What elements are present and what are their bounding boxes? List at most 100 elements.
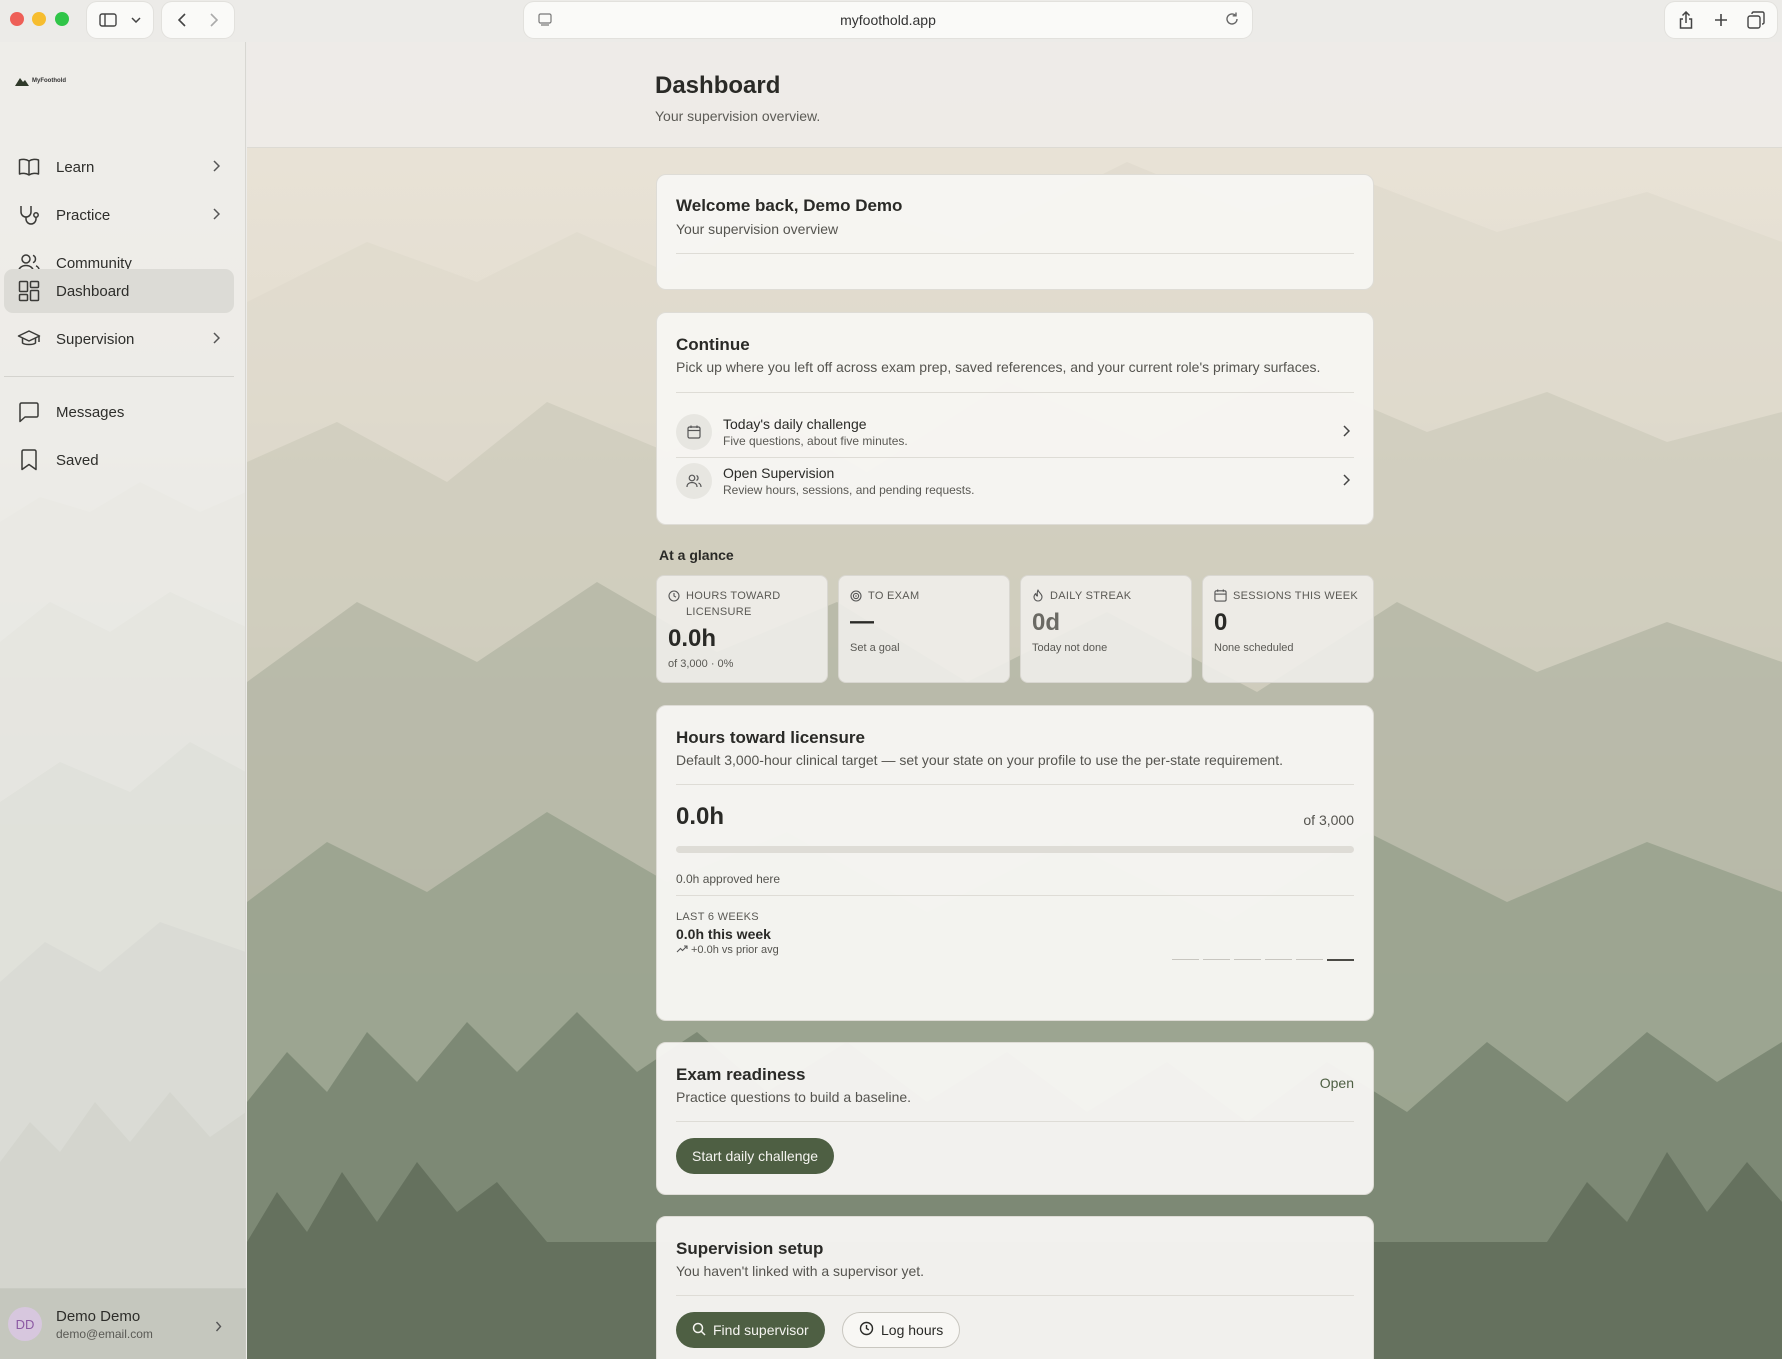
sidebar: MyFoothold Learn Practice Community Dash… (0, 42, 246, 1359)
stat-value: — (850, 608, 874, 635)
clock-icon (859, 1321, 874, 1339)
stat-note: None scheduled (1214, 642, 1294, 654)
sidebar-item-practice[interactable]: Practice (4, 193, 234, 237)
layout-grid-icon (16, 278, 42, 304)
week-bar (1203, 959, 1230, 960)
stat-label: DAILY STREAK (1050, 590, 1132, 602)
stat-label: HOURS TOWARD LICENSURE (686, 590, 781, 618)
supervision-setup-subtitle: You haven't linked with a supervisor yet… (676, 1263, 925, 1279)
back-icon[interactable] (174, 10, 191, 30)
address-bar[interactable]: myfoothold.app (524, 2, 1252, 38)
stat-note: of 3,000 · 0% (668, 658, 734, 670)
page-title: Dashboard (655, 72, 781, 99)
chevron-right-icon (212, 207, 221, 225)
logo-text: MyFoothold (32, 78, 66, 84)
sidebar-item-learn[interactable]: Learn (4, 145, 234, 189)
welcome-subtitle: Your supervision overview (676, 221, 839, 237)
chevron-right-icon (1342, 473, 1351, 491)
share-icon[interactable] (1677, 10, 1696, 30)
chevron-right-icon (215, 1319, 222, 1337)
forward-icon[interactable] (205, 10, 222, 30)
week-bar (1234, 959, 1261, 960)
stethoscope-icon (16, 202, 42, 228)
stat-value: 0 (1214, 609, 1228, 636)
main-content[interactable]: Dashboard Your supervision overview. Wel… (247, 42, 1782, 1359)
sidebar-toggle-group (87, 2, 153, 38)
exam-open-link[interactable]: Open (1320, 1075, 1354, 1091)
stat-note: Today not done (1032, 642, 1108, 654)
at-a-glance-heading: At a glance (659, 547, 734, 563)
user-email: demo@email.com (56, 1326, 153, 1341)
stat-card-daily-streak[interactable]: DAILY STREAK 0d Today not done (1020, 575, 1192, 683)
card-divider (676, 784, 1354, 785)
book-open-icon (16, 154, 42, 180)
chevron-right-icon (1342, 424, 1351, 442)
sidebar-item-supervision[interactable]: Supervision (4, 317, 234, 361)
this-week-hours: 0.0h this week (676, 926, 771, 942)
app-logo[interactable]: MyFoothold (15, 76, 66, 86)
supervision-setup-card: Supervision setup You haven't linked wit… (656, 1216, 1374, 1359)
sidebar-divider (4, 376, 234, 377)
new-tab-icon[interactable] (1712, 10, 1731, 30)
minimize-window-button[interactable] (32, 12, 46, 26)
stat-label: TO EXAM (868, 590, 920, 602)
week-bar (1327, 959, 1354, 961)
stat-note: Set a goal (850, 642, 900, 654)
graduation-cap-icon (16, 326, 42, 352)
stat-label: SESSIONS THIS WEEK (1233, 590, 1359, 602)
page-header: Dashboard Your supervision overview. (247, 42, 1782, 148)
flame-icon (1032, 588, 1044, 607)
reload-icon[interactable] (1224, 11, 1240, 30)
page-subtitle: Your supervision overview. (655, 108, 821, 124)
find-supervisor-button[interactable]: Find supervisor (676, 1312, 825, 1348)
hours-value: 0.0h (676, 803, 725, 830)
sidebar-item-saved[interactable]: Saved (4, 438, 234, 482)
users-icon (676, 463, 712, 499)
continue-row-desc: Five questions, about five minutes. (723, 434, 908, 448)
sidebar-item-label: Learn (56, 158, 95, 176)
exam-subtitle: Practice questions to build a baseline. (676, 1089, 912, 1105)
stat-card-hours[interactable]: HOURS TOWARD LICENSURE 0.0h of 3,000 · 0… (656, 575, 828, 683)
stat-header: TO EXAM (850, 588, 1003, 607)
stat-value: 0d (1032, 609, 1061, 636)
tab-overview-icon[interactable] (1746, 10, 1765, 30)
sidebar-item-label: Dashboard (56, 282, 130, 300)
start-daily-challenge-button[interactable]: Start daily challenge (676, 1138, 835, 1174)
close-window-button[interactable] (10, 12, 24, 26)
continue-row-text: Today's daily challenge Five questions, … (723, 416, 908, 448)
url-text: myfoothold.app (840, 12, 936, 28)
log-hours-button[interactable]: Log hours (842, 1312, 961, 1348)
continue-row-daily-challenge[interactable]: Today's daily challenge Five questions, … (676, 408, 1354, 456)
maximize-window-button[interactable] (55, 12, 69, 26)
sidebar-item-dashboard[interactable]: Dashboard (4, 269, 234, 313)
stat-card-to-exam[interactable]: TO EXAM — Set a goal (838, 575, 1010, 683)
stat-value: 0.0h (668, 625, 717, 652)
hours-title: Hours toward licensure (676, 728, 865, 747)
stat-header: SESSIONS THIS WEEK (1214, 588, 1367, 607)
hours-target: of 3,000 (1303, 812, 1354, 828)
last-weeks-label: LAST 6 WEEKS (676, 911, 759, 923)
exam-readiness-card: Exam readiness Open Practice questions t… (656, 1042, 1374, 1195)
continue-row-open-supervision[interactable]: Open Supervision Review hours, sessions,… (676, 457, 1354, 505)
stat-header: HOURS TOWARD LICENSURE (668, 588, 821, 620)
stat-card-sessions[interactable]: SESSIONS THIS WEEK 0 None scheduled (1202, 575, 1374, 683)
target-icon (850, 588, 862, 607)
sidebar-item-messages[interactable]: Messages (4, 390, 234, 434)
sidebar-item-label: Messages (56, 403, 125, 421)
exam-title: Exam readiness (676, 1065, 806, 1084)
continue-title: Continue (676, 335, 750, 354)
supervision-setup-title: Supervision setup (676, 1239, 824, 1258)
clock-icon (668, 588, 680, 620)
user-menu[interactable]: DD Demo Demo demo@email.com (0, 1288, 246, 1359)
chevron-down-icon[interactable] (131, 10, 141, 30)
card-divider (676, 1121, 1354, 1122)
card-divider (676, 253, 1354, 254)
calendar-icon (676, 414, 712, 450)
find-supervisor-label: Find supervisor (713, 1322, 809, 1338)
sidebar-toggle-icon[interactable] (99, 10, 117, 30)
sidebar-item-label: Supervision (56, 330, 135, 348)
weekly-sparkline (1172, 959, 1354, 961)
page-settings-icon[interactable] (538, 12, 552, 29)
continue-row-title: Today's daily challenge (723, 416, 867, 432)
sidebar-item-label: Practice (56, 206, 111, 224)
